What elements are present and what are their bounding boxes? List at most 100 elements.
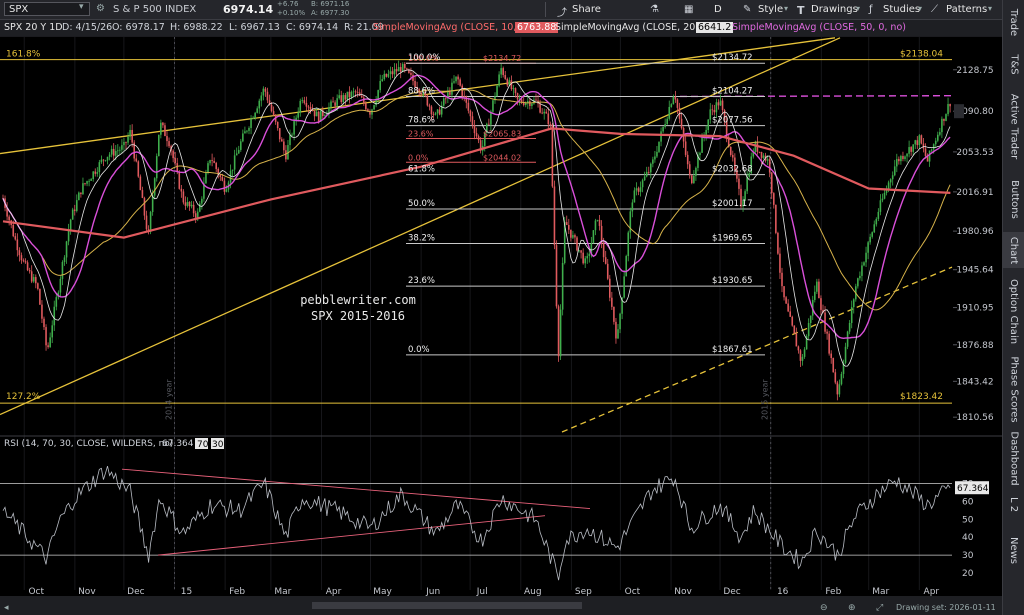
- instrument-name: S & P 500 INDEX: [113, 4, 197, 15]
- candle-body: [541, 112, 543, 114]
- time-scrollbar-thumb[interactable]: [312, 602, 582, 609]
- drawings-icon[interactable]: T: [797, 4, 805, 17]
- sidebar-tab-chart[interactable]: Chart: [1003, 232, 1024, 268]
- candle-body: [598, 219, 601, 226]
- period-selector[interactable]: D: [714, 4, 722, 15]
- sidebar-tab-active-trader[interactable]: Active Trader: [1003, 88, 1024, 164]
- candle-body: [61, 262, 64, 279]
- sidebar-tab-news[interactable]: News: [1003, 520, 1024, 580]
- candle-body: [98, 162, 101, 173]
- chart-area[interactable]: Oct Nov Dec 15 Feb Mar Apr May Jun Jul Aug Sep Oct No…: [0, 0, 1002, 615]
- candle-body: [650, 163, 652, 173]
- sidebar-tab-buttons[interactable]: Buttons: [1003, 170, 1024, 228]
- candle-body: [846, 331, 849, 347]
- candle-body: [303, 100, 306, 103]
- x-tick-label: 16: [777, 587, 789, 597]
- sidebar-tab-l-2[interactable]: L 2: [1003, 492, 1024, 516]
- candle-body: [248, 127, 250, 131]
- studies-button[interactable]: Studies: [883, 4, 920, 15]
- rsi-y-tick-label: 40: [962, 533, 974, 543]
- candle-body: [389, 71, 392, 75]
- candle-body: [721, 100, 724, 111]
- candle-body: [867, 242, 869, 253]
- sidebar-tab-dashboard[interactable]: Dashboard: [1003, 428, 1024, 488]
- candle-body: [127, 136, 129, 143]
- share-icon[interactable]: ⤴: [557, 4, 567, 19]
- candle-body: [112, 148, 115, 156]
- bar-low: L: 6967.13: [229, 22, 280, 33]
- y-tick-label: 1980.96: [956, 227, 993, 237]
- candle-body: [385, 73, 388, 77]
- drawings-button[interactable]: Drawings: [811, 4, 858, 15]
- patterns-icon[interactable]: ⟋: [931, 4, 938, 15]
- candle-body: [18, 250, 21, 256]
- flask-icon[interactable]: ⚗: [650, 4, 659, 15]
- sidebar-tab-option-chain[interactable]: Option Chain: [1003, 272, 1024, 350]
- fit-icon: ⤢: [875, 603, 883, 613]
- candle-body: [14, 236, 17, 240]
- candle-body: [930, 149, 933, 151]
- candle-body: [645, 171, 648, 177]
- candle-body: [582, 252, 584, 264]
- candle-body: [55, 297, 58, 307]
- fib-level-price: $2001.17: [712, 199, 753, 209]
- candle-body: [836, 382, 839, 395]
- studies-dropdown-icon[interactable]: ▾: [918, 4, 922, 13]
- candle-body: [393, 69, 396, 75]
- studies-icon[interactable]: ƒ: [869, 4, 873, 15]
- candle-body: [922, 143, 925, 149]
- symbol-dropdown-icon[interactable]: ▾: [79, 2, 84, 12]
- candle-body: [438, 109, 441, 115]
- sidebar-tab-t-s[interactable]: T&S: [1003, 46, 1024, 82]
- patterns-dropdown-icon[interactable]: ▾: [988, 4, 992, 13]
- drawings-dropdown-icon[interactable]: ▾: [856, 4, 860, 13]
- sidebar-tab-trade[interactable]: Trade: [1003, 2, 1024, 42]
- x-tick-label: Mar: [274, 587, 291, 597]
- candle-body: [129, 129, 131, 137]
- symbol-input[interactable]: SPX: [4, 2, 90, 16]
- candle-body: [352, 91, 355, 93]
- rsi-last-badge-text: 67.364: [957, 484, 989, 494]
- candle-body: [576, 237, 578, 251]
- candle-body: [436, 109, 439, 114]
- candle-body: [570, 229, 572, 238]
- candle-body: [332, 101, 334, 103]
- candle-body: [770, 172, 773, 194]
- candle-body: [63, 257, 66, 263]
- candle-body: [539, 103, 541, 113]
- candle-body: [619, 313, 621, 330]
- sidebar-tab-phase-scores[interactable]: Phase Scores: [1003, 354, 1024, 424]
- candle-body: [574, 235, 576, 238]
- candle-body: [746, 176, 748, 192]
- candle-body: [375, 100, 377, 106]
- rsi-oversold-label: 30: [212, 440, 224, 450]
- style-button[interactable]: Style: [758, 4, 783, 15]
- candle-body: [365, 103, 367, 110]
- candle-body: [490, 111, 492, 125]
- candle-body: [889, 179, 892, 183]
- candle-body: [627, 232, 630, 257]
- share-button[interactable]: Share: [572, 4, 601, 15]
- calendar-icon[interactable]: ▦: [684, 4, 693, 15]
- candle-body: [307, 106, 310, 108]
- candle-body: [844, 346, 847, 363]
- x-tick-label: Mar: [872, 587, 889, 597]
- candle-body: [848, 322, 851, 332]
- candle-body: [305, 102, 308, 107]
- x-tick-label: Sep: [575, 587, 592, 597]
- fib-level-pct: 23.6%: [408, 276, 435, 286]
- candle-body: [647, 171, 650, 173]
- candle-body: [662, 126, 664, 132]
- candle-body: [773, 193, 775, 205]
- gear-icon[interactable]: ⚙: [96, 3, 105, 14]
- candle-body: [211, 160, 213, 161]
- patterns-button[interactable]: Patterns: [946, 4, 987, 15]
- style-icon[interactable]: ✎: [743, 4, 751, 15]
- candle-body: [266, 91, 269, 101]
- style-dropdown-icon[interactable]: ▾: [784, 4, 788, 13]
- candle-body: [53, 306, 56, 326]
- y-tick-label: 1843.42: [956, 377, 993, 387]
- candle-body: [381, 79, 384, 81]
- candle-body: [117, 150, 119, 152]
- candle-body: [783, 286, 785, 298]
